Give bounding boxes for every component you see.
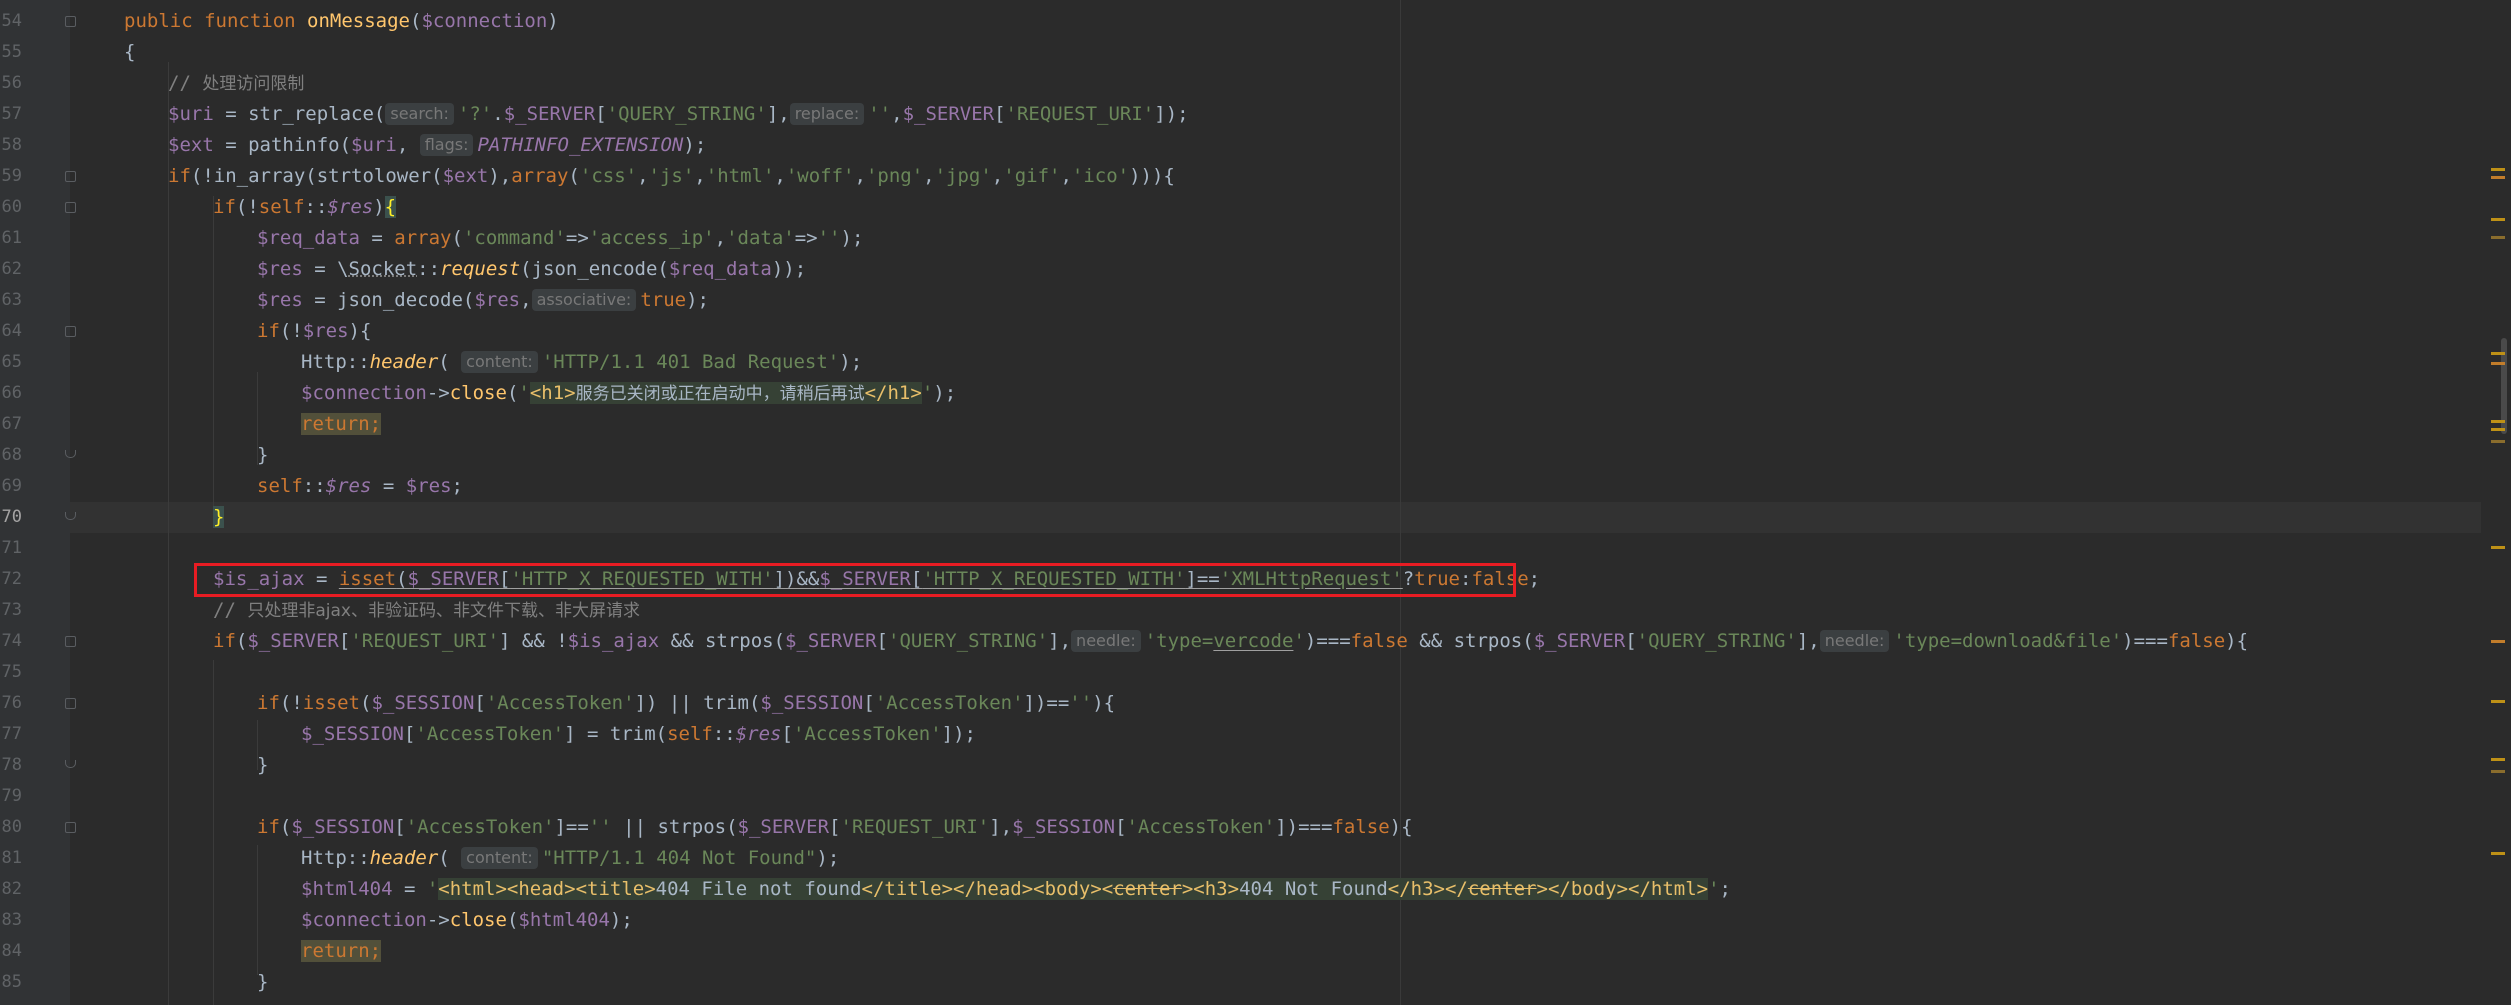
code-line-67[interactable]: return;	[301, 409, 382, 440]
line-number[interactable]: 64	[0, 316, 22, 347]
line-number[interactable]: 67	[0, 409, 22, 440]
line-number[interactable]: 56	[0, 68, 22, 99]
line-number[interactable]: 61	[0, 223, 22, 254]
code-line-69[interactable]: self::$res = $res;	[257, 471, 463, 502]
param-hint-content-2: content:	[461, 847, 538, 869]
param-hint-associative: associative:	[531, 289, 637, 311]
line-number[interactable]: 57	[0, 99, 22, 130]
code-line-81[interactable]: Http::header( content: "HTTP/1.1 404 Not …	[301, 843, 839, 874]
line-number[interactable]: 59	[0, 161, 22, 192]
red-highlight-box	[194, 563, 1516, 597]
code-area[interactable]: public function onMessage($connection) {…	[124, 0, 2481, 1005]
code-line-54[interactable]: public function onMessage($connection)	[124, 6, 559, 37]
line-number[interactable]: 82	[0, 874, 22, 905]
fold-start-icon[interactable]	[65, 636, 76, 647]
param-hint-search: search:	[385, 103, 454, 125]
fold-start-icon[interactable]	[65, 171, 76, 182]
code-line-82[interactable]: $html404 = '<html><head><title>404 File …	[301, 874, 1731, 905]
line-number[interactable]: 62	[0, 254, 22, 285]
error-stripe-mark[interactable]	[2491, 700, 2505, 703]
error-stripe-mark[interactable]	[2491, 758, 2505, 761]
fold-start-icon[interactable]	[65, 16, 76, 27]
error-stripe-mark[interactable]	[2491, 236, 2505, 239]
line-number[interactable]: 71	[0, 533, 22, 564]
line-number[interactable]: 81	[0, 843, 22, 874]
code-line-58[interactable]: $ext = pathinfo($uri, flags: PATHINFO_EXT…	[168, 130, 706, 161]
error-stripe-mark[interactable]	[2491, 440, 2505, 443]
line-number[interactable]: 78	[0, 750, 22, 781]
line-number[interactable]: 77	[0, 719, 22, 750]
line-number[interactable]: 72	[0, 564, 22, 595]
line-number[interactable]: 83	[0, 905, 22, 936]
code-line-84[interactable]: return;	[301, 936, 382, 967]
code-line-56[interactable]: // 处理访问限制	[168, 68, 304, 99]
code-line-77[interactable]: $_SESSION['AccessToken'] = trim(self::$r…	[301, 719, 976, 750]
code-line-60[interactable]: if(!self::$res){	[213, 192, 397, 223]
code-editor[interactable]: 54 55 56 57 58 59 60 61 62 63 64 65 66 67 68 69 70 71 72 73…	[0, 0, 2511, 1005]
code-line-64[interactable]: if(!$res){	[257, 316, 371, 347]
line-number[interactable]: 58	[0, 130, 22, 161]
error-stripe-mark[interactable]	[2491, 362, 2505, 365]
code-line-73[interactable]: // 只处理非ajax、非验证码、非文件下载、非大屏请求	[213, 595, 640, 626]
param-hint-needle: needle:	[1071, 630, 1141, 652]
code-line-61[interactable]: $req_data = array('command'=>'access_ip'…	[257, 223, 863, 254]
param-hint-replace: replace:	[789, 103, 865, 125]
error-stripe-mark[interactable]	[2491, 168, 2505, 171]
error-stripe-mark[interactable]	[2491, 420, 2505, 423]
error-stripe-mark[interactable]	[2491, 352, 2505, 355]
fold-start-icon[interactable]	[65, 822, 76, 833]
line-number[interactable]: 80	[0, 812, 22, 843]
fold-start-icon[interactable]	[65, 698, 76, 709]
line-number[interactable]: 55	[0, 37, 22, 68]
line-number[interactable]: 54	[0, 6, 22, 37]
line-number[interactable]: 75	[0, 657, 22, 688]
param-hint-flags: flags:	[419, 134, 474, 156]
error-stripe-mark[interactable]	[2491, 428, 2505, 431]
code-line-83[interactable]: $connection->close($html404);	[301, 905, 633, 936]
code-line-80[interactable]: if($_SESSION['AccessToken']=='' || strpo…	[257, 812, 1413, 843]
line-number[interactable]: 85	[0, 967, 22, 998]
line-number[interactable]: 69	[0, 471, 22, 502]
error-stripe-mark[interactable]	[2491, 176, 2505, 179]
code-line-55[interactable]: {	[124, 37, 135, 68]
line-number[interactable]: 70	[0, 502, 22, 533]
fold-end-icon[interactable]	[65, 450, 76, 458]
line-number[interactable]: 65	[0, 347, 22, 378]
line-number[interactable]: 74	[0, 626, 22, 657]
fold-end-icon[interactable]	[65, 760, 76, 768]
line-number[interactable]: 76	[0, 688, 22, 719]
line-number[interactable]: 73	[0, 595, 22, 626]
code-line-85[interactable]: }	[257, 967, 268, 998]
param-hint-content: content:	[461, 351, 538, 373]
vertical-scrollbar[interactable]	[2481, 0, 2511, 1005]
code-line-63[interactable]: $res = json_decode($res, associative: true…	[257, 285, 709, 316]
error-stripe-mark[interactable]	[2491, 546, 2505, 549]
line-number[interactable]: 63	[0, 285, 22, 316]
fold-start-icon[interactable]	[65, 202, 76, 213]
code-line-62[interactable]: $res = \Socket::request(json_encode($req…	[257, 254, 806, 285]
code-line-65[interactable]: Http::header( content: 'HTTP/1.1 401 Bad …	[301, 347, 862, 378]
error-stripe-mark[interactable]	[2491, 770, 2505, 773]
code-line-59[interactable]: if(!in_array(strtolower($ext),array('css…	[168, 161, 1175, 192]
line-number[interactable]: 60	[0, 192, 22, 223]
error-stripe-mark[interactable]	[2491, 640, 2505, 643]
line-number[interactable]: 66	[0, 378, 22, 409]
code-line-78[interactable]: }	[257, 750, 268, 781]
code-line-74[interactable]: if($_SERVER['REQUEST_URI'] && !$is_ajax …	[213, 626, 2248, 657]
error-stripe-mark[interactable]	[2491, 852, 2505, 855]
line-number[interactable]: 68	[0, 440, 22, 471]
code-line-70[interactable]: }	[213, 502, 225, 533]
line-number[interactable]: 79	[0, 781, 22, 812]
line-number[interactable]: 84	[0, 936, 22, 967]
error-stripe-mark[interactable]	[2491, 218, 2505, 221]
param-hint-needle-2: needle:	[1819, 630, 1890, 652]
code-line-68[interactable]: }	[257, 440, 268, 471]
code-line-66[interactable]: $connection->close('<h1>服务已关闭或正在启动中，请稍后再…	[301, 378, 956, 409]
code-line-57[interactable]: $uri = str_replace(search: '?'.$_SERVER['…	[168, 99, 1189, 130]
fold-start-icon[interactable]	[65, 326, 76, 337]
code-line-76[interactable]: if(!isset($_SESSION['AccessToken']) || t…	[257, 688, 1115, 719]
